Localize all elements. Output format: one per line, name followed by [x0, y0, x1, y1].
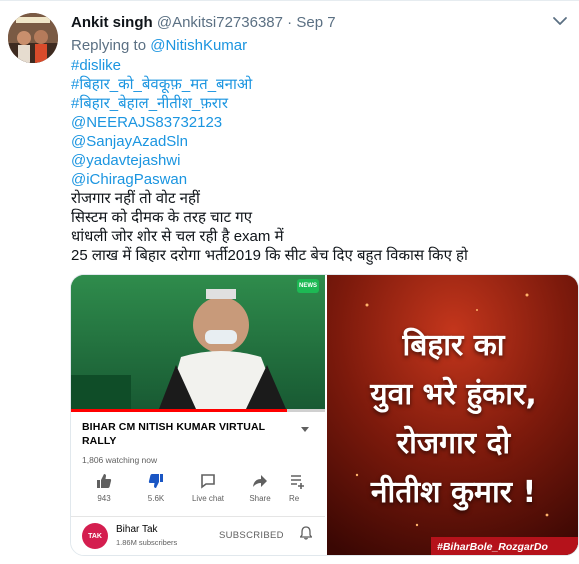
separator-dot: · — [287, 14, 293, 31]
channel-avatar[interactable]: TAK — [82, 523, 108, 549]
avatar[interactable] — [8, 13, 58, 63]
tweet-header: Ankit singh @Ankitsi72736387 · Sep 7 — [71, 13, 336, 32]
hashtag-link[interactable]: #बिहार_बेहाल_नीतीश_फ़रार — [71, 94, 571, 113]
save-icon — [289, 471, 325, 491]
banner-text: बिहार का युवा भरे हुंकार, रोजगार दो नीती… — [327, 321, 578, 517]
like-button[interactable]: 943 — [79, 471, 129, 503]
tweet-text-line: धांधली जोर शोर से चल रही है exam में — [71, 228, 284, 245]
video-progress-bar[interactable] — [71, 409, 325, 412]
video-progress-fill — [71, 409, 287, 412]
save-button[interactable]: Re — [289, 471, 325, 503]
replying-label: Replying to — [71, 37, 147, 54]
live-chat-icon — [183, 471, 233, 491]
banner-hashtag: #BiharBole_RozgarDo — [431, 537, 578, 555]
tweet[interactable]: Ankit singh @Ankitsi72736387 · Sep 7 Rep… — [0, 0, 579, 564]
tweet-text-line: सिस्टम को दीमक के तरह चाट गए — [71, 209, 253, 226]
share-icon — [235, 471, 285, 491]
more-options-icon[interactable] — [548, 10, 572, 32]
banner-image[interactable]: बिहार का युवा भरे हुंकार, रोजगार दो नीती… — [327, 275, 578, 555]
mention-link[interactable]: @SanjayAzadSln — [71, 132, 571, 151]
tweet-date[interactable]: Sep 7 — [296, 14, 335, 31]
channel-name[interactable]: Bihar Tak — [116, 524, 158, 535]
tweet-media[interactable]: NEWS BIHAR CM NITISH KUMAR VIRTUAL RALLY… — [70, 274, 579, 556]
video-actions: 943 5.6K Live chat Share Re — [71, 471, 325, 511]
banner-line: युवा भरे हुंकार, — [370, 377, 537, 412]
live-chat-button[interactable]: Live chat — [183, 471, 233, 503]
banner-line: नीतीश कुमार ! — [370, 475, 537, 510]
live-chat-label: Live chat — [191, 494, 225, 503]
like-count: 943 — [97, 494, 111, 503]
subscribed-button[interactable]: SUBSCRIBED — [219, 530, 284, 541]
video-frame: NEWS — [71, 275, 325, 409]
dislike-button[interactable]: 5.6K — [131, 471, 181, 503]
thumbs-down-icon — [131, 471, 181, 491]
dislike-count: 5.6K — [147, 494, 165, 503]
share-button[interactable]: Share — [235, 471, 285, 503]
bell-icon[interactable] — [299, 526, 313, 545]
hashtag-link[interactable]: #बिहार_को_बेवकूफ़_मत_बनाओ — [71, 75, 571, 94]
share-label: Share — [249, 494, 271, 503]
hashtag-link[interactable]: #dislike — [71, 56, 571, 75]
video-screenshot-image[interactable]: NEWS BIHAR CM NITISH KUMAR VIRTUAL RALLY… — [71, 275, 325, 555]
mention-link[interactable]: @yadavtejashwi — [71, 151, 571, 170]
thumbs-up-icon — [79, 471, 129, 491]
expand-icon[interactable] — [300, 421, 310, 439]
replying-to: Replying to @NitishKumar — [71, 36, 247, 55]
replying-handle-link[interactable]: @NitishKumar — [150, 37, 247, 54]
watching-count: 1,806 watching now — [82, 455, 158, 465]
author-handle[interactable]: @Ankitsi72736387 — [157, 14, 283, 31]
banner-line: बिहार का — [402, 328, 505, 363]
tweet-text-line: रोजगार नहीं तो वोट नहीं — [71, 190, 200, 207]
news-logo: NEWS — [297, 279, 319, 293]
tweet-divider — [0, 0, 579, 1]
video-title: BIHAR CM NITISH KUMAR VIRTUAL RALLY — [82, 421, 265, 447]
subscriber-count: 1.86M subscribers — [116, 538, 178, 547]
mention-link[interactable]: @NEERAJS83732123 — [71, 113, 571, 132]
card-divider — [71, 516, 325, 517]
save-label: Re — [289, 494, 300, 503]
banner-line: रोजगार दो — [396, 426, 511, 461]
author-name[interactable]: Ankit singh — [71, 14, 153, 31]
mention-link[interactable]: @iChiragPaswan — [71, 170, 571, 189]
tweet-text-line: 25 लाख में बिहार दरोगा भर्ती2019 कि सीट … — [71, 247, 468, 264]
tweet-text: #dislike #बिहार_को_बेवकूफ़_मत_बनाओ #बिहा… — [71, 56, 571, 265]
